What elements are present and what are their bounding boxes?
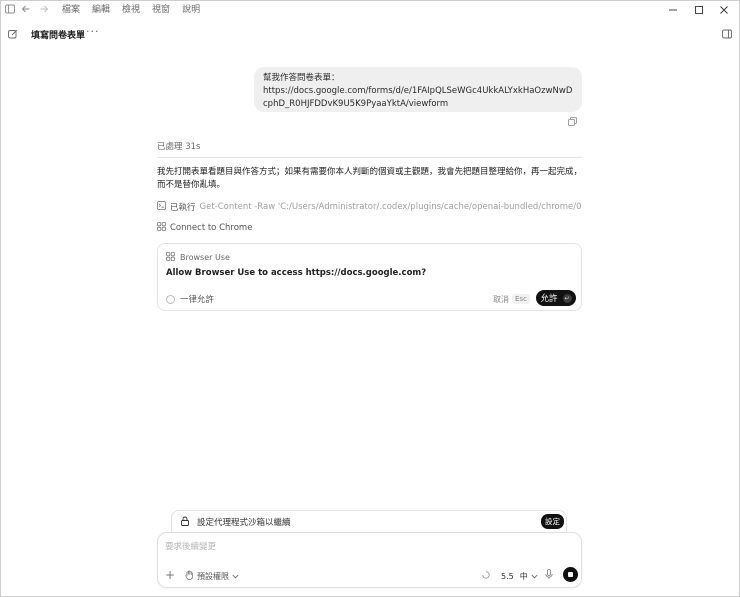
browser-plugin-icon	[157, 222, 166, 234]
exec-label: 已執行	[170, 203, 196, 213]
always-allow-radio[interactable]	[166, 294, 175, 304]
page-title: 填寫問卷表單	[31, 31, 86, 41]
esc-shortcut-badge: Esc	[512, 294, 530, 304]
allow-button-label: 允許	[540, 294, 558, 304]
panel-toggle-icon[interactable]	[722, 29, 732, 39]
assistant-reply: 我先打開表單看題目與作答方式；如果有需要你本人判斷的個資或主觀題，我會先把題目整…	[157, 167, 583, 190]
permissions-label: 預設權限	[197, 571, 229, 581]
hand-icon	[185, 570, 194, 582]
lock-icon	[180, 516, 190, 526]
sandbox-banner: 設定代理程式沙箱以繼續 設定	[171, 510, 567, 532]
sidebar-toggle-icon[interactable]	[4, 4, 16, 16]
mic-icon[interactable]	[544, 569, 554, 580]
chevron-down-icon	[531, 572, 538, 581]
menu-edit[interactable]: 編輯	[92, 0, 110, 21]
user-message-url[interactable]: https://docs.google.com/forms/d/e/1FAIpQ…	[263, 85, 573, 111]
enter-key-icon: ↵	[562, 293, 572, 303]
browser-plugin-icon	[166, 252, 175, 263]
close-icon[interactable]	[716, 3, 732, 17]
divider	[157, 157, 582, 158]
allow-button[interactable]: 允許 ↵	[536, 290, 576, 306]
menu-view[interactable]: 檢視	[122, 0, 140, 21]
minimize-icon[interactable]	[665, 3, 681, 17]
reasoning-effort: 中	[519, 572, 528, 581]
sandbox-settings-button[interactable]: 設定	[541, 514, 564, 529]
connect-chrome-row[interactable]: Connect to Chrome	[157, 222, 252, 234]
forward-arrow-icon[interactable]	[38, 4, 50, 16]
back-arrow-icon[interactable]	[20, 4, 32, 16]
chevron-down-icon	[232, 572, 239, 581]
composer: 要求後續變更 + 預設權限 5.5 中	[157, 532, 582, 588]
sandbox-banner-text: 設定代理程式沙箱以繼續	[197, 518, 291, 528]
conversation-header: 填寫問卷表單 ···	[0, 21, 740, 47]
exec-command: Get-Content -Raw 'C:/Users/Administrator…	[199, 202, 582, 212]
plus-icon[interactable]: +	[165, 569, 175, 581]
menu-bar: 檔案 編輯 檢視 視窗 說明	[62, 0, 212, 21]
title-bar: 檔案 編輯 檢視 視窗 說明	[0, 0, 740, 21]
connect-chrome-label: Connect to Chrome	[170, 223, 253, 233]
permission-question: Allow Browser Use to access https://docs…	[166, 268, 427, 278]
permission-card: Browser Use Allow Browser Use to access …	[157, 243, 582, 311]
spinner-icon	[482, 571, 490, 579]
stop-icon	[568, 572, 573, 577]
permissions-dropdown[interactable]: 預設權限	[185, 570, 239, 582]
user-message-text: 幫我作答問卷表單：	[263, 73, 340, 83]
more-options-button[interactable]: ···	[86, 25, 100, 38]
menu-help[interactable]: 說明	[182, 0, 200, 21]
user-message-bubble: 幫我作答問卷表單： https://docs.google.com/forms/…	[254, 67, 582, 112]
stop-button[interactable]	[563, 567, 578, 582]
model-selector[interactable]: 5.5 中	[501, 571, 538, 582]
processing-status[interactable]: 已處理 31s	[157, 140, 200, 152]
menu-file[interactable]: 檔案	[62, 0, 80, 21]
always-allow-option[interactable]: 一律允許	[166, 293, 214, 305]
copy-icon[interactable]	[568, 117, 577, 126]
new-chat-icon[interactable]	[8, 29, 18, 39]
model-name: 5.5	[501, 572, 514, 581]
permission-tool-name: Browser Use	[180, 253, 230, 262]
terminal-icon	[157, 201, 166, 213]
cancel-button[interactable]: 取消	[493, 294, 509, 305]
maximize-icon[interactable]	[691, 3, 707, 17]
permission-card-header: Browser Use	[166, 252, 230, 263]
composer-input[interactable]: 要求後續變更	[165, 540, 216, 552]
always-allow-label: 一律允許	[180, 295, 215, 305]
exec-command-row[interactable]: 已執行 Get-Content -Raw 'C:/Users/Administr…	[157, 201, 582, 213]
menu-window[interactable]: 視窗	[152, 0, 170, 21]
